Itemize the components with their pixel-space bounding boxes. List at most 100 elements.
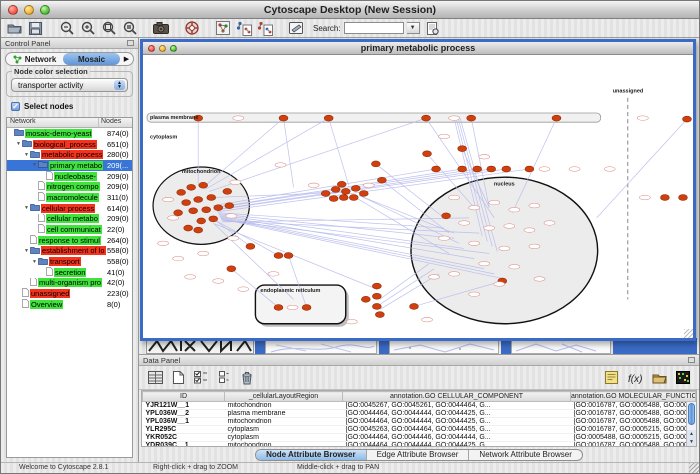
select-nodes-checkbox[interactable]: ✓ [11, 102, 20, 111]
network-node[interactable] [337, 181, 346, 187]
network-node[interactable] [246, 243, 255, 249]
network-node[interactable] [279, 115, 288, 121]
network-node[interactable] [199, 182, 208, 188]
tree-row-mosaic-demo-yeast[interactable]: mosaic-demo-yeast874(0) [7, 128, 132, 139]
tab-network-attribute-browser[interactable]: Network Attribute Browser [469, 450, 581, 460]
plasma-membrane-region[interactable] [147, 113, 601, 122]
network-node[interactable] [422, 115, 431, 121]
attribute-table-header-row[interactable]: ID_cellularLayoutRegionannotation.GO CEL… [143, 392, 696, 402]
network-node[interactable] [375, 312, 384, 318]
network-node[interactable] [423, 151, 432, 157]
tab-mosaic[interactable]: Mosaic [63, 53, 120, 65]
tree-row-cellular-process[interactable]: ▼cellular process614(0) [7, 203, 132, 214]
frame-resize-grip[interactable] [684, 329, 693, 338]
network-node[interactable] [351, 185, 360, 191]
network-node[interactable] [223, 188, 232, 194]
network-node[interactable] [274, 305, 283, 311]
network-canvas[interactable]: plasma membranecytoplasmmitochondrionnuc… [143, 55, 693, 338]
table-row[interactable]: YJR121W__1mitochondrion[GO:0045267, GO:0… [143, 402, 696, 410]
network-node[interactable] [371, 161, 380, 167]
tree-row-establishment-of-lo[interactable]: ▼establishment of lo558(0) [7, 246, 132, 257]
network-node[interactable] [187, 184, 196, 190]
tree-expander-icon[interactable]: ▼ [23, 205, 30, 211]
table-cell[interactable]: [GO:0045267, GO:0045261, GO:0044464, G..… [343, 402, 571, 410]
table-cell[interactable]: YKR052C [143, 434, 225, 442]
table-cell[interactable]: [GO:0044464, GO:0044446, GO:0044444, G..… [343, 434, 571, 442]
tree-row-macromolecule[interactable]: macromolecule311(0) [7, 192, 132, 203]
network-node[interactable] [372, 293, 381, 299]
network-node[interactable] [214, 205, 223, 211]
network-node[interactable] [329, 196, 338, 202]
network-node[interactable] [341, 188, 350, 194]
table-cell[interactable]: YJR121W__1 [143, 402, 225, 410]
network-node[interactable] [660, 195, 669, 201]
tree-row-nucleobase-[interactable]: nucleobase-209(0) [7, 171, 132, 182]
table-row[interactable]: YPL036W__2plasma membrane[GO:0044464, GO… [143, 410, 696, 418]
save-session-button[interactable] [26, 20, 45, 36]
network-node[interactable] [177, 189, 186, 195]
tree-row-cellular-metabo[interactable]: cellular metabo209(0) [7, 214, 132, 225]
tab-node-attribute-browser[interactable]: Node Attribute Browser [256, 450, 367, 460]
table-cell[interactable]: [GO:0016787, GO:0005488, GO:0005215, G..… [571, 442, 696, 448]
tree-row-unassigned[interactable]: unassigned223(0) [7, 288, 132, 299]
delete-attribute-button[interactable] [237, 369, 257, 387]
network-node[interactable] [372, 303, 381, 309]
table-cell[interactable]: plasma membrane [225, 410, 343, 418]
network-node[interactable] [194, 197, 203, 203]
network-edge[interactable] [329, 118, 349, 185]
network-node[interactable] [410, 303, 419, 309]
tree-row-multi-organism-pro[interactable]: multi-organism pro42(0) [7, 278, 132, 289]
tree-col-network[interactable]: Network [7, 118, 99, 127]
import-network-button[interactable] [234, 20, 253, 36]
tree-row-cell-communicat[interactable]: cell communicat22(0) [7, 224, 132, 235]
attribute-table-button[interactable] [145, 369, 165, 387]
matrix-view-button[interactable] [673, 369, 693, 387]
table-cell[interactable]: YLR295C [143, 426, 225, 434]
table-cell[interactable]: mitochondrion [225, 402, 343, 410]
network-node[interactable] [683, 116, 692, 122]
network-node[interactable] [361, 296, 370, 302]
node-color-dropdown[interactable]: transporter activity ▲▼ [11, 78, 128, 92]
table-cell[interactable]: [GO:0045263, GO:0044464, GO:0044455, G..… [343, 426, 571, 434]
tree-col-nodes[interactable]: Nodes [99, 118, 132, 127]
network-node[interactable] [467, 115, 476, 121]
table-cell[interactable]: [GO:0044464, GO:0044444, GO:0044425, G..… [343, 410, 571, 418]
table-row[interactable]: YPL036W__1mitochondrion[GO:0044464, GO:0… [143, 418, 696, 426]
table-cell[interactable]: mitochondrion [225, 418, 343, 426]
table-cell[interactable]: cytoplasm [225, 426, 343, 434]
search-config-button[interactable] [423, 20, 442, 36]
network-node[interactable] [339, 195, 348, 201]
search-options-dropdown[interactable]: ▼ [407, 22, 420, 34]
tab-edge-attribute-browser[interactable]: Edge Attribute Browser [367, 450, 470, 460]
network-node[interactable] [679, 195, 688, 201]
table-cell[interactable]: YDR039C__1 [143, 442, 225, 448]
table-cell[interactable]: [GO:0005488, GO:0005215, GO:0003674] [571, 434, 696, 442]
network-edge[interactable] [209, 118, 426, 191]
unselect-attributes-button[interactable] [214, 369, 234, 387]
float-panel-icon[interactable] [127, 40, 134, 46]
network-edge[interactable] [213, 169, 436, 206]
network-node[interactable] [207, 195, 216, 201]
tab-network[interactable]: Network [6, 53, 63, 65]
network-node[interactable] [525, 166, 534, 172]
create-view-button[interactable] [213, 20, 232, 36]
network-node[interactable] [194, 227, 203, 233]
network-node[interactable] [189, 208, 198, 214]
table-column-header[interactable]: ID [143, 392, 225, 402]
tab-overflow-arrow[interactable]: ▶ [120, 55, 133, 63]
tree-row-secretion[interactable]: secretion41(0) [7, 267, 132, 278]
tree-row-nitrogen-compo[interactable]: nitrogen compo209(0) [7, 181, 132, 192]
network-node[interactable] [473, 166, 482, 172]
table-cell[interactable]: YPL036W__2 [143, 410, 225, 418]
network-node[interactable] [184, 225, 193, 231]
network-node[interactable] [202, 207, 211, 213]
network-node[interactable] [225, 203, 234, 209]
table-cell[interactable]: YPL036W__1 [143, 418, 225, 426]
tree-row-primary-metabo[interactable]: ▼primary metabo209(... [7, 160, 132, 171]
network-graph[interactable]: plasma membranecytoplasmmitochondrionnuc… [143, 55, 693, 338]
network-node[interactable] [442, 213, 451, 219]
table-row[interactable]: YKR052Ccytoplasm[GO:0044464, GO:0044446,… [143, 434, 696, 442]
background-window-fragment[interactable] [265, 340, 377, 354]
tree-expander-icon[interactable]: ▼ [31, 259, 38, 265]
attribute-notes-button[interactable] [601, 369, 621, 387]
